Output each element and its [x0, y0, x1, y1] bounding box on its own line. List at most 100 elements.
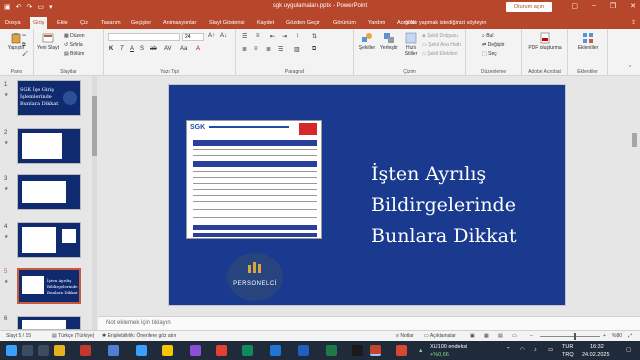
format-painter-icon[interactable]: 🖌 — [22, 51, 28, 57]
tab-dosya[interactable]: Dosya — [2, 17, 24, 29]
increase-indent-icon[interactable]: ⇥ — [282, 33, 287, 40]
tab-slayt-gosterisi[interactable]: Slayt Gösterisi — [206, 17, 247, 29]
file-explorer-icon[interactable] — [54, 345, 65, 356]
justify-icon[interactable]: ☰ — [278, 46, 283, 53]
shadow-button[interactable]: S — [140, 46, 144, 52]
text-direction-icon[interactable]: ⇅ — [312, 33, 317, 40]
thumbnail-slide-6[interactable] — [17, 316, 81, 330]
find-button[interactable]: ⌕ Bul — [482, 33, 493, 39]
tab-ciz[interactable]: Çiz — [77, 17, 91, 29]
comments-toggle[interactable]: ▭ Açıklamalar — [424, 333, 456, 339]
layout-button[interactable]: ▦ Düzen — [64, 33, 85, 39]
font-family-field[interactable] — [108, 33, 180, 41]
current-slide[interactable]: SGK İşten Ayrılış Bildirgelerinde Bunlar… — [168, 84, 566, 306]
clock-date[interactable]: 24.02.2025 — [582, 352, 610, 358]
word-icon[interactable] — [298, 345, 309, 356]
battery-icon[interactable]: ▭ — [548, 347, 553, 353]
grow-font-icon[interactable]: A↑ — [208, 33, 215, 39]
tab-animasyonlar[interactable]: Animasyonlar — [160, 17, 199, 29]
bold-button[interactable]: K — [109, 46, 113, 52]
tray-arrow-icon[interactable]: ⌃ — [506, 347, 511, 353]
volume-icon[interactable]: ♪ — [534, 347, 537, 353]
replace-button[interactable]: ⇄ Değiştir — [482, 42, 505, 48]
scrollbar-thumb[interactable] — [92, 96, 97, 156]
search-icon[interactable] — [22, 345, 33, 356]
tab-gorunum[interactable]: Görünüm — [330, 17, 359, 29]
align-center-icon[interactable]: ≡ — [254, 46, 258, 52]
arrange-button[interactable]: Yerleştir — [378, 32, 400, 51]
copy-icon[interactable]: ⧉ — [22, 42, 26, 48]
shrink-font-icon[interactable]: A↓ — [220, 33, 227, 39]
task-view-icon[interactable] — [38, 345, 49, 356]
cut-icon[interactable]: ✂ — [22, 33, 26, 39]
app-icon[interactable] — [162, 345, 173, 356]
app-icon[interactable] — [216, 345, 227, 356]
columns-icon[interactable]: ▥ — [294, 46, 300, 53]
zoom-level[interactable]: %80 — [612, 333, 622, 339]
char-spacing-button[interactable]: AV — [164, 46, 172, 52]
shape-effects-button[interactable]: ◇ Şekil Efektleri — [422, 51, 458, 57]
zoom-slider-thumb[interactable] — [574, 333, 576, 340]
reset-button[interactable]: ↺ Sıfırla — [64, 42, 83, 48]
tab-gecisler[interactable]: Geçişler — [128, 17, 154, 29]
new-slide-button[interactable]: Yeni Slayt — [36, 32, 60, 51]
line-spacing-icon[interactable]: ↕ — [296, 33, 299, 39]
fit-slide-icon[interactable]: ⤢ — [628, 333, 632, 339]
powerpoint-icon[interactable] — [370, 345, 381, 356]
app-icon[interactable] — [108, 345, 119, 356]
shape-outline-button[interactable]: ▭ Şekil Ana Hattı — [422, 42, 461, 48]
tell-me-search[interactable]: ◎ Ne yapmak istediğinizi söyleyin — [404, 17, 486, 29]
font-size-field[interactable]: 24 — [182, 33, 204, 41]
decrease-indent-icon[interactable]: ⇤ — [270, 33, 275, 40]
notifications-icon[interactable]: ▢ — [626, 347, 631, 353]
zoom-slider[interactable] — [540, 333, 600, 340]
app-icon[interactable] — [270, 345, 281, 356]
shapes-button[interactable]: Şekiller — [356, 32, 378, 51]
tab-kaydet[interactable]: Kaydet — [254, 17, 277, 29]
tab-gozden-gecir[interactable]: Gözden Geçir — [283, 17, 323, 29]
tab-tasarim[interactable]: Tasarım — [98, 17, 124, 29]
thumbnail-slide-4[interactable] — [17, 222, 81, 258]
clock-time[interactable]: 16:32 — [590, 344, 604, 350]
ribbon-display-icon[interactable]: ▢ — [571, 2, 578, 10]
tab-yardim[interactable]: Yardım — [365, 17, 388, 29]
sorter-view-icon[interactable]: ▦ — [484, 333, 489, 339]
font-color-button[interactable]: A — [196, 46, 200, 52]
language-status[interactable]: ▤ Türkçe (Türkiye) — [52, 333, 94, 339]
thumbnail-slide-5[interactable]: İşten Ayrılış Bildirgelerinde Bunlara Di… — [17, 268, 81, 304]
app-icon[interactable] — [396, 345, 407, 356]
input-language[interactable]: TUR — [562, 344, 573, 350]
start-icon[interactable] — [6, 345, 17, 356]
shape-fill-button[interactable]: ◈ Şekil Dolgusu — [422, 33, 458, 39]
thumbnail-slide-1[interactable]: SGK İşe Giriş İşlemlerinde Bunlara Dikka… — [17, 80, 81, 116]
normal-view-icon[interactable]: ▣ — [470, 333, 475, 339]
sign-in-button[interactable]: Oturum açın — [506, 2, 552, 12]
app-icon[interactable] — [190, 345, 201, 356]
thumbnail-slide-3[interactable] — [17, 174, 81, 210]
collapse-ribbon-icon[interactable]: ⌃ — [628, 65, 632, 71]
underline-button[interactable]: A — [130, 46, 134, 52]
align-right-icon[interactable]: ≣ — [266, 46, 271, 53]
bullets-icon[interactable]: ☰ — [242, 33, 247, 40]
restore-icon[interactable]: ❐ — [610, 2, 616, 10]
select-button[interactable]: ⬚ Seç — [482, 51, 497, 57]
thumbnail-slide-2[interactable] — [17, 128, 81, 164]
network-icon[interactable]: ◠ — [520, 347, 525, 353]
smartart-icon[interactable]: ⧉ — [312, 46, 316, 53]
italic-button[interactable]: T — [120, 46, 124, 52]
share-icon[interactable]: ⇪ — [631, 17, 636, 29]
thumbnails-scrollbar[interactable] — [92, 76, 97, 330]
zoom-in-icon[interactable]: + — [603, 333, 606, 339]
quick-styles-button[interactable]: Hızlı Stiller — [400, 32, 422, 57]
tab-ekle[interactable]: Ekle — [54, 17, 71, 29]
pdf-create-button[interactable]: PDF oluşturma — [526, 32, 564, 51]
notes-toggle[interactable]: ≡ Notlar — [396, 333, 414, 339]
editor-scrollbar[interactable] — [630, 76, 640, 316]
minimize-icon[interactable]: – — [592, 2, 596, 10]
tab-giris[interactable]: Giriş — [30, 17, 48, 29]
stock-ticker[interactable]: XU100 endeksi — [430, 344, 467, 350]
align-left-icon[interactable]: ≣ — [242, 46, 247, 53]
accessibility-status[interactable]: ✱ Erişilebilirlik: Önerilere göz atın — [102, 333, 176, 339]
notes-pane[interactable]: Not eklemek için tıklayın — [98, 316, 640, 330]
scrollbar-thumb[interactable] — [632, 133, 637, 147]
